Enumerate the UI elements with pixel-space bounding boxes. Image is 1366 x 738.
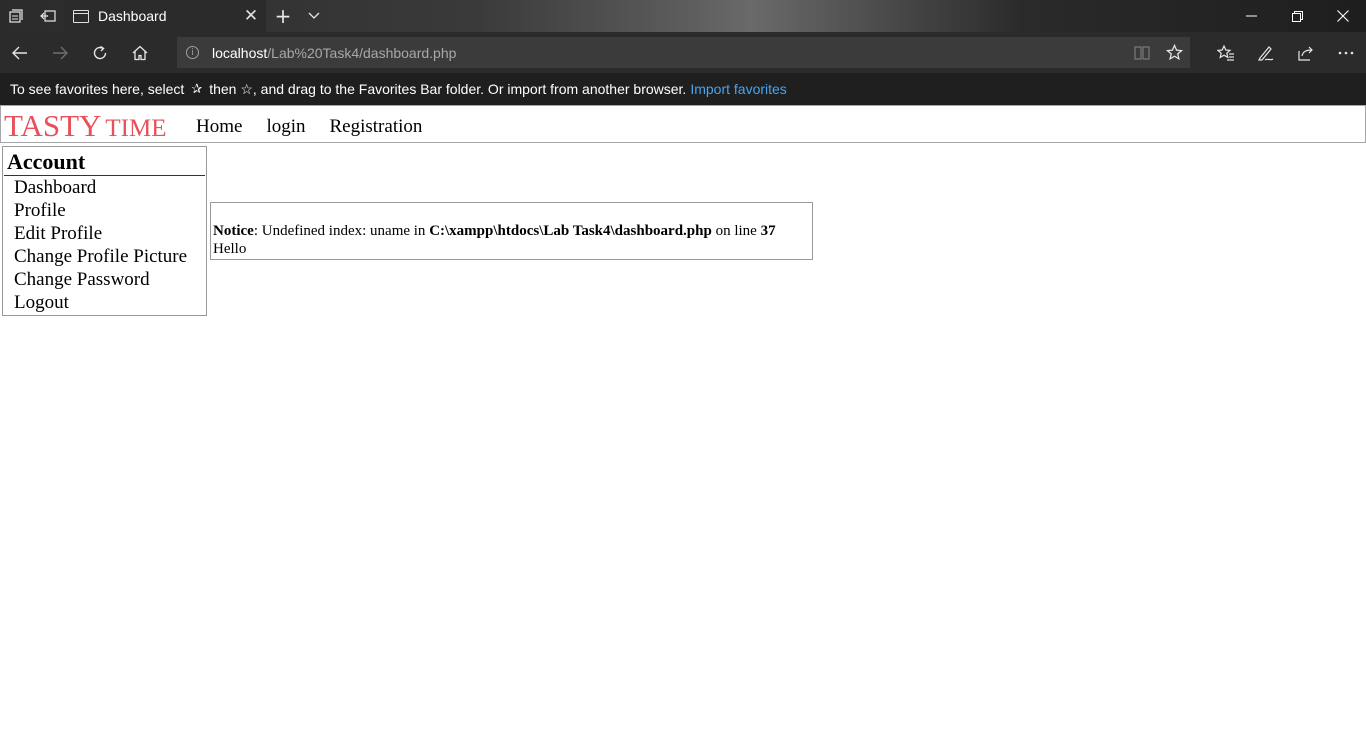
web-note-pen-icon[interactable] — [1246, 32, 1286, 73]
content-box: Notice: Undefined index: uname in C:\xam… — [210, 202, 813, 260]
sidebar-title: Account — [4, 147, 205, 176]
account-sidebar: Account Dashboard Profile Edit Profile C… — [2, 146, 207, 316]
star-icon[interactable] — [1158, 37, 1190, 68]
menu-registration-link[interactable]: Registration — [330, 116, 423, 138]
notice-label: Notice — [213, 223, 254, 239]
sidebar-item-change-password[interactable]: Change Password — [3, 268, 206, 291]
main-menu: Home login Registration — [196, 116, 422, 138]
minimize-icon[interactable] — [1228, 0, 1274, 32]
menu-home-link[interactable]: Home — [196, 116, 242, 138]
site-logo[interactable]: TASTY TIME — [4, 108, 167, 144]
tab-list-chevron-icon[interactable] — [300, 0, 328, 32]
tab-actions-icon[interactable] — [0, 0, 32, 32]
notice-line-number: 37 — [760, 223, 776, 239]
home-icon[interactable] — [120, 32, 160, 73]
forward-arrow-icon[interactable] — [40, 32, 80, 73]
favorites-hub-icon[interactable] — [1206, 32, 1246, 73]
favorites-message-start: To see favorites here, select — [10, 81, 185, 97]
sidebar-item-change-profile-picture[interactable]: Change Profile Picture — [3, 245, 206, 268]
back-arrow-icon[interactable] — [0, 32, 40, 73]
address-url[interactable]: localhost/Lab%20Task4/dashboard.php — [212, 45, 1126, 61]
notice-text: : Undefined index: uname in — [253, 223, 430, 239]
menu-login-link[interactable]: login — [266, 116, 305, 138]
browser-navbar: i localhost/Lab%20Task4/dashboard.php — [0, 32, 1366, 73]
browser-titlebar: Dashboard ✕ + — [0, 0, 1366, 32]
new-tab-icon[interactable]: + — [266, 0, 300, 32]
notice-file-path: C:\xampp\htdocs\Lab Task4\dashboard.php — [429, 223, 712, 239]
favorites-bar: To see favorites here, select ✰ then ☆, … — [0, 73, 1366, 105]
address-bar[interactable]: i localhost/Lab%20Task4/dashboard.php — [177, 37, 1190, 68]
share-icon[interactable] — [1286, 32, 1326, 73]
php-notice: Notice: Undefined index: uname in C:\xam… — [213, 222, 812, 240]
logo-word-time: TIME — [105, 115, 167, 142]
close-window-icon[interactable] — [1320, 0, 1366, 32]
sidebar-item-profile[interactable]: Profile — [3, 199, 206, 222]
site-header: TASTY TIME Home login Registration — [0, 105, 1366, 143]
active-tab[interactable]: Dashboard ✕ — [64, 0, 266, 32]
url-path: /Lab%20Task4/dashboard.php — [267, 44, 457, 61]
favorites-message-end: then ☆, and drag to the Favorites Bar fo… — [209, 80, 687, 97]
more-ellipsis-icon[interactable] — [1326, 32, 1366, 73]
notice-text-line: on line — [711, 223, 761, 239]
page-icon — [73, 9, 89, 23]
refresh-icon[interactable] — [80, 32, 120, 73]
import-favorites-link[interactable]: Import favorites — [690, 81, 786, 97]
restore-icon[interactable] — [1274, 0, 1320, 32]
sidebar-item-edit-profile[interactable]: Edit Profile — [3, 222, 206, 245]
sidebar-item-dashboard[interactable]: Dashboard — [3, 176, 206, 199]
sidebar-item-logout[interactable]: Logout — [3, 291, 206, 314]
greeting-text: Hello — [213, 241, 247, 257]
reading-view-icon[interactable] — [1126, 37, 1158, 68]
set-aside-tabs-icon[interactable] — [32, 0, 64, 32]
url-host: localhost — [212, 44, 268, 61]
tab-title: Dashboard — [98, 8, 167, 24]
logo-word-tasty: TASTY — [4, 108, 102, 143]
tab-close-icon[interactable]: ✕ — [236, 6, 266, 26]
site-info-icon[interactable]: i — [186, 46, 199, 59]
favorites-star-icon: ✰ — [191, 81, 203, 97]
